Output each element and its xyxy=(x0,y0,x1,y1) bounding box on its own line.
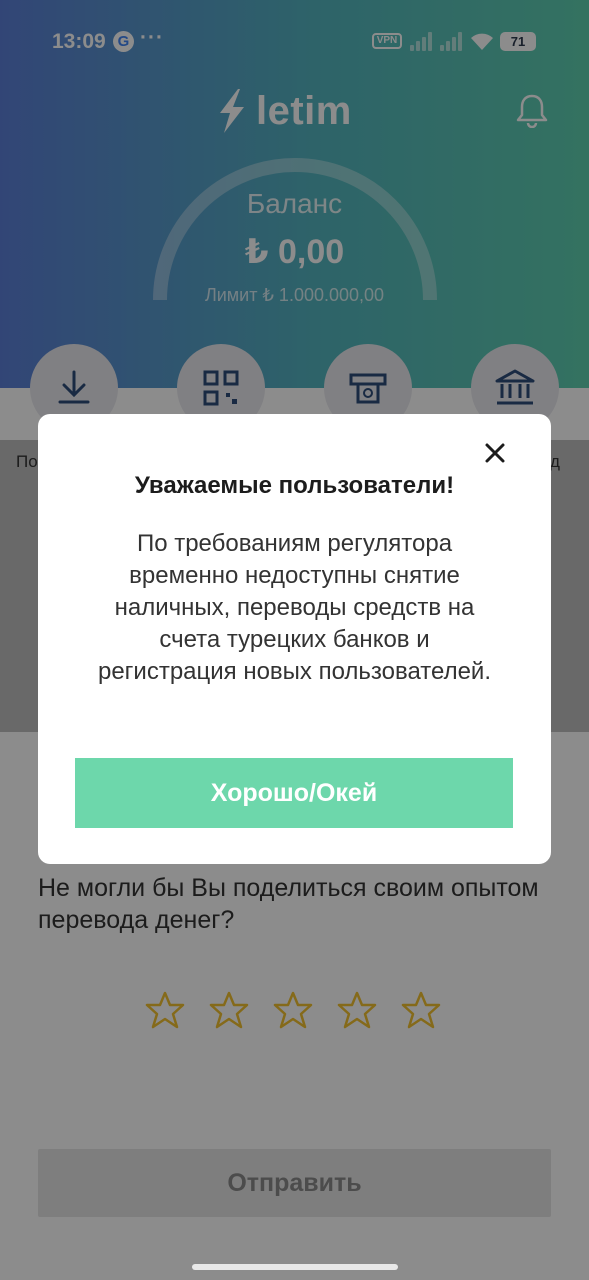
ok-button[interactable]: Хорошо/Окей xyxy=(75,758,513,828)
dialog-title: Уважаемые пользователи! xyxy=(134,472,455,499)
dialog-message: По требованиям регулятора временно недос… xyxy=(97,530,492,685)
home-indicator[interactable] xyxy=(192,1264,398,1270)
close-icon[interactable] xyxy=(480,438,510,468)
notice-dialog: Уважаемые пользователи! По требованиям р… xyxy=(38,414,551,864)
app-screen: 13:09 G ··· VPN 71 letim Баланс ₺ 0,00 Л… xyxy=(0,0,589,1280)
